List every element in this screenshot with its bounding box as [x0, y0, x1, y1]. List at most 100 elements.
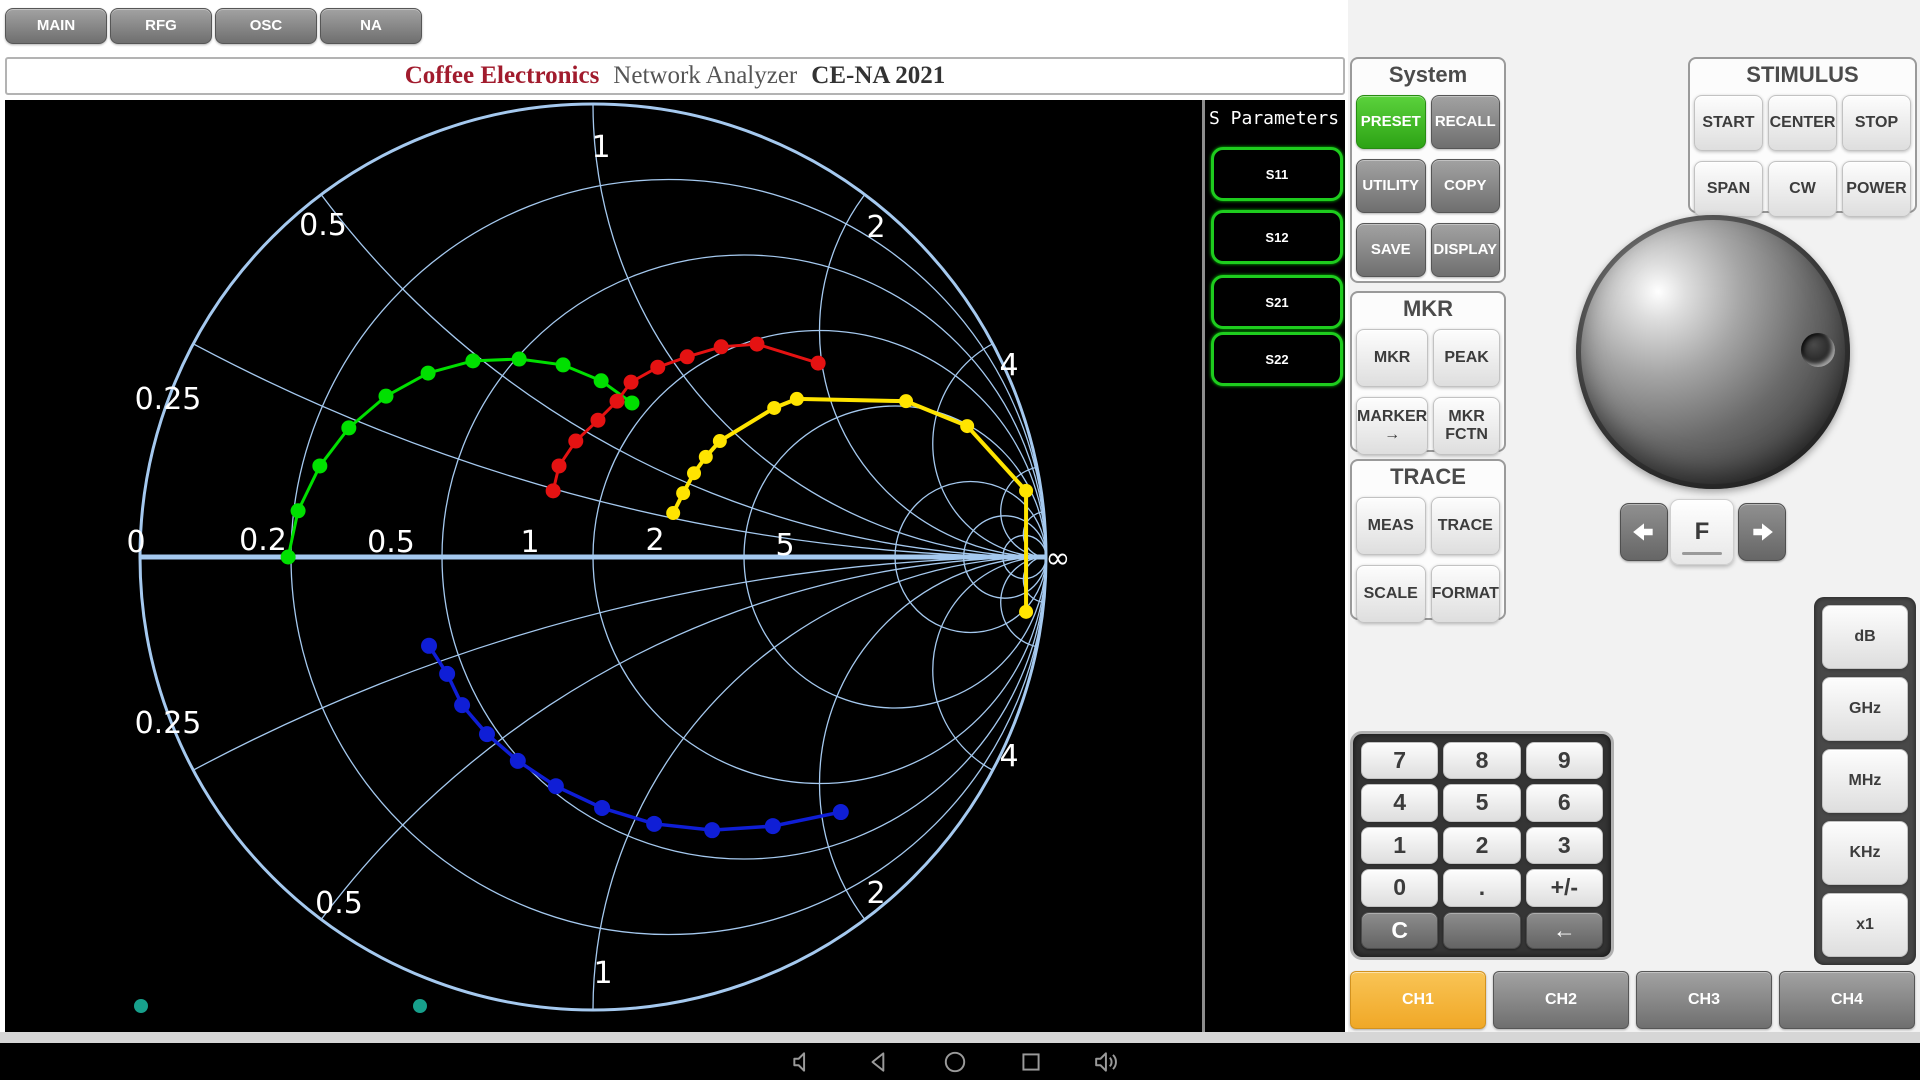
trace-panel: TRACE MEASTRACESCALEFORMAT [1350, 459, 1506, 620]
trace-green-point [291, 503, 306, 518]
keypad-key-clear[interactable]: C [1361, 912, 1438, 949]
nav-tab-osc[interactable]: OSC [215, 8, 317, 44]
nav-tab-rfg[interactable]: RFG [110, 8, 212, 44]
stimulus-button-stop[interactable]: STOP [1842, 95, 1911, 151]
volume-up-icon[interactable] [1094, 1049, 1120, 1075]
svg-text:2: 2 [866, 210, 885, 245]
system-panel-title: System [1356, 62, 1500, 88]
product-name: Network Analyzer [613, 62, 797, 90]
volume-down-icon[interactable] [790, 1049, 816, 1075]
android-navbar [0, 1043, 1920, 1080]
mkr-button-marker-to[interactable]: MARKER → [1356, 397, 1428, 455]
trace-blue-point [439, 666, 455, 682]
step-up-button[interactable] [1738, 503, 1786, 561]
trace-blue-point [594, 800, 610, 816]
system-panel: System PRESETRECALLUTILITYCOPYSAVEDISPLA… [1350, 57, 1506, 283]
system-button-utility[interactable]: UTILITY [1356, 159, 1426, 213]
nav-tab-main[interactable]: MAIN [5, 8, 107, 44]
trace-green-point [624, 395, 639, 410]
trace-yellow-point [1019, 484, 1033, 498]
stimulus-button-cw[interactable]: CW [1768, 161, 1837, 217]
trace-yellow-point [676, 486, 690, 500]
trace-green-point [594, 373, 609, 388]
system-button-save[interactable]: SAVE [1356, 223, 1426, 277]
status-dot [134, 999, 148, 1013]
keypad-key-0[interactable]: 0 [1361, 869, 1438, 906]
stimulus-button-span[interactable]: SPAN [1694, 161, 1763, 217]
recents-icon[interactable] [1018, 1049, 1044, 1075]
trace-red-point [650, 360, 665, 375]
s-param-button-s11[interactable]: S11 [1211, 147, 1343, 201]
keypad-key-6[interactable]: 6 [1526, 784, 1603, 821]
svg-text:1: 1 [593, 956, 612, 991]
stimulus-button-center[interactable]: CENTER [1768, 95, 1837, 151]
stimulus-button-power[interactable]: POWER [1842, 161, 1911, 217]
trace-green-point [421, 366, 436, 381]
keypad-key-5[interactable]: 5 [1443, 784, 1520, 821]
s-param-button-s12[interactable]: S12 [1211, 210, 1343, 264]
stimulus-button-start[interactable]: START [1694, 95, 1763, 151]
keypad-key-7[interactable]: 7 [1361, 742, 1438, 779]
keypad-key-backspace[interactable]: ← [1526, 912, 1603, 949]
svg-text:4: 4 [999, 348, 1018, 383]
svg-text:0.2: 0.2 [239, 523, 287, 558]
keypad-key-1[interactable]: 1 [1361, 827, 1438, 864]
unit-button-ghz[interactable]: GHz [1822, 677, 1908, 741]
nav-tab-na[interactable]: NA [320, 8, 422, 44]
system-button-preset[interactable]: PRESET [1356, 95, 1426, 149]
keypad-key-4[interactable]: 4 [1361, 784, 1438, 821]
unit-button-khz[interactable]: KHz [1822, 821, 1908, 885]
trace-blue-point [646, 816, 662, 832]
keypad-key-plus-minus[interactable]: +/- [1526, 869, 1603, 906]
trace-button-trace[interactable]: TRACE [1431, 497, 1501, 555]
trace-yellow-point [899, 394, 913, 408]
system-button-recall[interactable]: RECALL [1431, 95, 1501, 149]
unit-button-mhz[interactable]: MHz [1822, 749, 1908, 813]
home-icon[interactable] [942, 1049, 968, 1075]
trace-green-point [341, 420, 356, 435]
channel-button-ch1[interactable]: CH1 [1350, 971, 1486, 1029]
mkr-panel: MKR MKRPEAKMARKER →MKR FCTN [1350, 291, 1506, 452]
trace-button-scale[interactable]: SCALE [1356, 565, 1426, 623]
trace-red-point [811, 356, 826, 371]
keypad-key-2[interactable]: 2 [1443, 827, 1520, 864]
rotary-knob[interactable] [1576, 215, 1850, 489]
trace-panel-title: TRACE [1356, 464, 1500, 490]
keypad-key-dot[interactable]: . [1443, 869, 1520, 906]
channel-button-ch3[interactable]: CH3 [1636, 971, 1772, 1029]
keypad-key-blank[interactable] [1443, 912, 1520, 949]
channel-button-ch2[interactable]: CH2 [1493, 971, 1629, 1029]
system-button-display[interactable]: DISPLAY [1431, 223, 1501, 277]
s-param-button-s22[interactable]: S22 [1211, 332, 1343, 386]
trace-yellow [673, 399, 1026, 612]
trace-blue-point [704, 822, 720, 838]
trace-red-point [749, 337, 764, 352]
svg-text:0: 0 [126, 525, 145, 560]
unit-button-x1[interactable]: x1 [1822, 893, 1908, 957]
trace-blue-point [479, 726, 495, 742]
step-down-button[interactable] [1620, 503, 1668, 561]
keypad-key-9[interactable]: 9 [1526, 742, 1603, 779]
svg-text:0.25: 0.25 [135, 382, 202, 417]
mkr-button-mkr[interactable]: MKR [1356, 329, 1428, 387]
keypad-key-3[interactable]: 3 [1526, 827, 1603, 864]
mkr-button-peak[interactable]: PEAK [1433, 329, 1500, 387]
keypad-key-8[interactable]: 8 [1443, 742, 1520, 779]
trace-red-point [590, 413, 605, 428]
smith-chart: 00.20.5125∞0.250.51244210.50.25 [5, 100, 1205, 1032]
channel-button-ch4[interactable]: CH4 [1779, 971, 1915, 1029]
mkr-button-mkr-fctn[interactable]: MKR FCTN [1433, 397, 1500, 455]
trace-yellow-point [790, 392, 804, 406]
system-button-copy[interactable]: COPY [1431, 159, 1501, 213]
back-icon[interactable] [866, 1049, 892, 1075]
unit-button-db[interactable]: dB [1822, 605, 1908, 669]
s-param-button-s21[interactable]: S21 [1211, 275, 1343, 329]
trace-button-format[interactable]: FORMAT [1431, 565, 1501, 623]
trace-yellow-point [699, 450, 713, 464]
trace-red-point [680, 349, 695, 364]
bottom-strip [0, 1032, 1920, 1043]
entry-field-button[interactable]: F [1670, 499, 1734, 565]
trace-yellow-point [960, 419, 974, 433]
s-parameters-panel: S Parameters S11S12S21S22 [1205, 100, 1345, 1032]
trace-button-meas[interactable]: MEAS [1356, 497, 1426, 555]
